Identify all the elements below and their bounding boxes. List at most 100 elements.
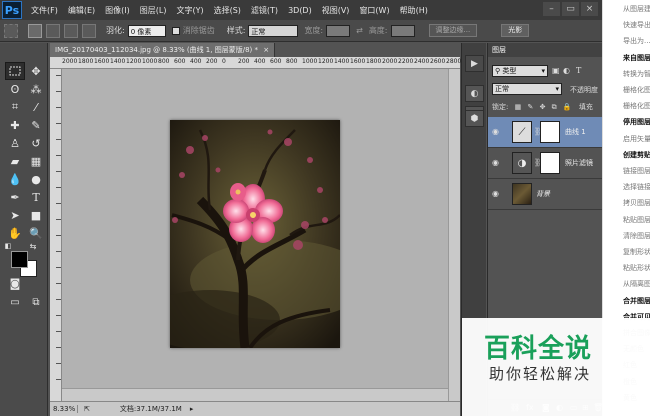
lock-move-icon[interactable]: ✥	[540, 103, 546, 111]
filter-adjustment-icon[interactable]: ◐	[563, 66, 570, 75]
side-document-line: 粘贴形状	[623, 264, 650, 273]
horizontal-scrollbar[interactable]	[62, 388, 448, 401]
menu-3d[interactable]: 3D(D)	[283, 6, 317, 15]
screen-mode-icon[interactable]: ▭	[5, 293, 25, 311]
lock-all-icon[interactable]: 🔒	[563, 103, 572, 111]
pen-tool-icon[interactable]: ✒	[5, 188, 25, 206]
zoom-level[interactable]: 8.33%	[50, 405, 78, 413]
lasso-tool-icon[interactable]: ʘ	[5, 80, 25, 98]
close-tab-icon[interactable]: ×	[263, 46, 269, 54]
menu-file[interactable]: 文件(F)	[26, 5, 63, 16]
hand-tool-icon[interactable]: ✋	[5, 224, 25, 242]
blur-tool-icon[interactable]: 💧	[5, 170, 25, 188]
path-selection-tool-icon[interactable]: ➤	[5, 206, 25, 224]
subtract-selection-icon[interactable]	[64, 23, 78, 38]
lock-transparent-icon[interactable]: ▦	[515, 103, 522, 111]
quick-mask-icon[interactable]: ◙	[5, 274, 25, 292]
marquee-preset-icon[interactable]	[4, 23, 18, 38]
eye-icon[interactable]: ◉	[492, 189, 502, 199]
menu-layer[interactable]: 图层(L)	[135, 5, 172, 16]
layer-mask-thumbnail[interactable]	[540, 121, 560, 143]
ruler-tick-mark	[56, 155, 61, 156]
blend-mode-select[interactable]: 正常 ▾	[492, 83, 562, 95]
move-tool-icon[interactable]: ✥	[26, 62, 46, 80]
ruler-tick-mark	[56, 203, 61, 204]
3d-panel-icon[interactable]: ⬢	[465, 110, 484, 127]
brush-tool-icon[interactable]: ✎	[26, 116, 46, 134]
adjustments-icon[interactable]: ◐	[465, 85, 484, 102]
antialias-checkbox[interactable]	[171, 26, 180, 35]
ruler-tick-label: 200	[206, 58, 218, 65]
history-brush-tool-icon[interactable]: ↺	[26, 134, 46, 152]
default-colors-icon[interactable]: ◧	[3, 241, 13, 251]
layer-background[interactable]: ◉ 背景	[488, 179, 603, 210]
eye-icon[interactable]: ◉	[492, 158, 502, 168]
lock-paint-icon[interactable]: ✎	[527, 103, 533, 111]
ruler-tick-mark	[56, 91, 61, 92]
layer-mask-thumbnail[interactable]	[540, 152, 560, 174]
width-input[interactable]	[326, 24, 351, 37]
menu-help[interactable]: 帮助(H)	[395, 5, 433, 16]
type-tool-icon[interactable]: T	[26, 188, 46, 206]
ruler-tick-mark	[56, 75, 61, 76]
lock-label: 锁定:	[492, 103, 509, 111]
dodge-tool-icon[interactable]: ●	[26, 170, 46, 188]
side-document-line: 停用图层	[623, 118, 650, 127]
export-icon[interactable]: ⇱	[84, 405, 90, 413]
refine-edge-button[interactable]: 调整边缘...	[428, 24, 478, 37]
ruler-tick-label: 400	[254, 58, 266, 65]
rect-marquee-tool-icon[interactable]	[5, 62, 25, 80]
filter-pixel-icon[interactable]: ▣	[552, 66, 560, 75]
intersect-selection-icon[interactable]	[82, 23, 96, 38]
zoom-tool-icon[interactable]: 🔍	[26, 224, 46, 242]
layer-curves[interactable]: ◉ ⟋ ⛓ 曲线 1	[488, 117, 603, 148]
workspace-button[interactable]: 光影	[501, 24, 530, 37]
window-controls: – ▭ ×	[543, 2, 598, 16]
menu-type[interactable]: 文字(Y)	[171, 5, 208, 16]
rectangle-tool-icon[interactable]: ■	[26, 206, 46, 224]
photoshop-logo-icon: Ps	[2, 1, 22, 19]
menu-image[interactable]: 图像(I)	[100, 5, 135, 16]
blend-mode-row: 正常 ▾ 不透明度	[492, 83, 603, 96]
ruler-tick-mark	[56, 219, 61, 220]
clone-stamp-tool-icon[interactable]: ♙	[5, 134, 25, 152]
swap-icon[interactable]: ⇄	[356, 26, 363, 35]
menu-edit[interactable]: 编辑(E)	[63, 5, 100, 16]
add-selection-icon[interactable]	[46, 23, 60, 38]
status-menu-arrow-icon[interactable]: ▸	[190, 405, 194, 413]
height-input[interactable]	[390, 24, 415, 37]
crop-tool-icon[interactable]: ⌗	[5, 98, 25, 116]
eyedropper-tool-icon[interactable]: ⁄	[26, 98, 46, 116]
menu-filter[interactable]: 滤镜(T)	[246, 5, 283, 16]
feather-input[interactable]: 0 像素	[127, 24, 166, 37]
menu-view[interactable]: 视图(V)	[317, 5, 355, 16]
side-document-line: 快速导出	[623, 21, 650, 30]
layer-photo-filter[interactable]: ◉ ◑ ⛓ 照片滤镜	[488, 148, 603, 179]
eye-icon[interactable]: ◉	[492, 127, 502, 137]
fill-label: 填充	[578, 103, 593, 111]
new-selection-icon[interactable]	[28, 23, 42, 38]
restore-button[interactable]: ▭	[562, 2, 579, 16]
tab-layers[interactable]: 图层	[492, 46, 506, 54]
foreground-color-swatch[interactable]	[11, 251, 28, 268]
side-document-line: 合并图层	[623, 296, 650, 305]
close-button[interactable]: ×	[581, 2, 598, 16]
eraser-tool-icon[interactable]: ▰	[5, 152, 25, 170]
healing-brush-tool-icon[interactable]: ✚	[5, 116, 25, 134]
style-select[interactable]: 正常	[248, 24, 299, 37]
magic-wand-tool-icon[interactable]: ⁂	[26, 80, 46, 98]
menu-select[interactable]: 选择(S)	[209, 5, 246, 16]
filter-type-icon[interactable]: T	[576, 66, 581, 75]
menu-window[interactable]: 窗口(W)	[354, 5, 394, 16]
document-tab[interactable]: IMG_20170403_112034.jpg @ 8.33% (曲线 1, 图…	[50, 43, 275, 57]
gradient-tool-icon[interactable]: ▦	[26, 152, 46, 170]
watermark-title: 百科全说	[484, 334, 593, 364]
lock-artboard-icon[interactable]: ⧉	[552, 103, 557, 111]
play-icon[interactable]: ▶	[465, 55, 484, 72]
document-photo[interactable]	[170, 120, 340, 348]
layer-kind-filter[interactable]: ⚲ 类型 ▾	[492, 65, 548, 77]
minimize-button[interactable]: –	[543, 2, 560, 16]
artboard-icon[interactable]: ⧉	[26, 293, 46, 311]
vertical-scrollbar[interactable]	[448, 69, 460, 401]
swap-colors-icon[interactable]: ⇆	[28, 241, 38, 251]
